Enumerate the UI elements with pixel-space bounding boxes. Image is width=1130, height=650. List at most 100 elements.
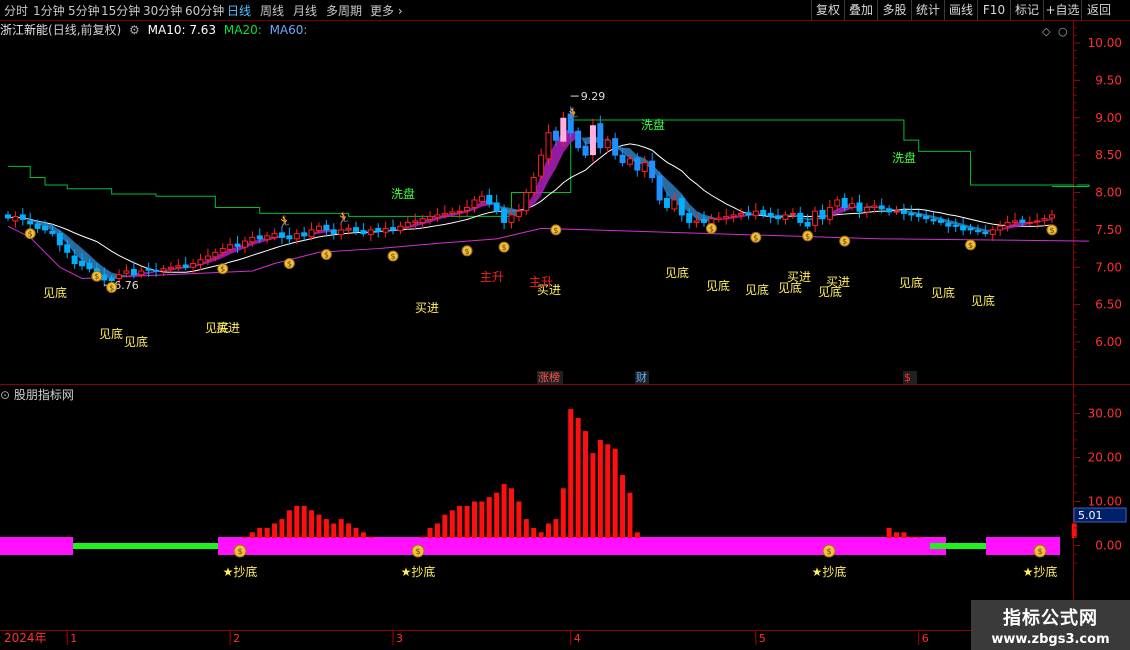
ribbon-segment	[578, 132, 586, 146]
ribbon-segment	[837, 204, 845, 215]
ribbon-segment	[585, 136, 593, 146]
ribbon-segment	[96, 261, 105, 275]
candle-body	[856, 202, 863, 212]
candle-body	[167, 266, 174, 270]
ribbon-segment	[644, 158, 653, 171]
money-bag-glyph: $	[220, 265, 225, 274]
ribbon-segment	[778, 214, 786, 217]
toolbar-button-7[interactable]: +自选	[1043, 0, 1081, 20]
ribbon-segment	[393, 228, 401, 231]
month-label: 4	[574, 632, 581, 645]
ribbon-segment	[170, 267, 179, 271]
ribbon-segment	[222, 248, 231, 258]
money-bag-icon	[965, 239, 977, 251]
candle-body	[501, 208, 508, 223]
histogram-bar	[583, 431, 589, 538]
toolbar-button-8[interactable]: 返回	[1081, 0, 1116, 20]
period-tab-10[interactable]: 更多 ›	[370, 2, 403, 18]
buy-signal-label: ★抄底	[1023, 564, 1058, 579]
histogram-bar	[360, 532, 366, 538]
candle-body	[315, 225, 322, 232]
signal-label-green: 洗盘	[892, 150, 916, 165]
candle-body	[493, 202, 500, 212]
candle-body	[271, 233, 278, 238]
candle-body	[308, 229, 315, 238]
period-tab-3[interactable]: 15分钟	[101, 2, 140, 18]
buy-signal-label: ★抄底	[812, 564, 847, 579]
candle-body	[241, 240, 248, 248]
period-tab-1[interactable]: 1分钟	[33, 2, 65, 18]
price-tick-label: 6.50	[1095, 298, 1122, 312]
ribbon-segment	[548, 142, 556, 181]
histogram-bar	[1071, 523, 1077, 538]
toolbar-button-3[interactable]: 统计	[911, 0, 944, 20]
ribbon-segment	[748, 213, 756, 217]
candle-body	[367, 229, 374, 235]
ribbon-segment	[185, 265, 194, 269]
stock-name[interactable]: 浙江新能	[0, 23, 48, 37]
ribbon-segment	[281, 235, 290, 238]
candle-body	[286, 235, 293, 240]
histogram-bar	[494, 492, 500, 538]
period-tab-8[interactable]: 月线	[293, 2, 317, 18]
signal-label-yellow: 见底	[818, 284, 842, 299]
candle-body	[967, 227, 974, 231]
histogram-bar	[501, 483, 507, 538]
period-tab-7[interactable]: 周线	[260, 2, 284, 18]
candle-body	[775, 215, 782, 220]
period-tab-6[interactable]: 日线	[227, 2, 251, 18]
candle-body	[116, 274, 123, 279]
period-tab-5[interactable]: 60分钟	[185, 2, 224, 18]
ribbon-segment	[1014, 221, 1023, 228]
event-tag-bg	[903, 371, 917, 384]
candle-body	[745, 212, 752, 216]
candle-body	[175, 265, 182, 268]
candle-body	[19, 214, 26, 220]
candle-body	[42, 225, 49, 231]
candle-body	[360, 230, 367, 235]
period-tab-0[interactable]: 分时	[4, 2, 28, 18]
histogram-bar	[257, 527, 263, 538]
ribbon-segment	[592, 136, 601, 143]
kline-chart[interactable]: ◇ ○ $★抄底$★抄底$★抄底$★抄底 10.009.509.008.508.0…	[0, 0, 1130, 650]
candle-body	[945, 222, 952, 227]
candle-body	[197, 259, 204, 265]
settings-icon[interactable]: ⚙	[129, 23, 140, 37]
toolbar-button-5[interactable]: F10	[977, 0, 1010, 20]
period-tab-4[interactable]: 30分钟	[143, 2, 182, 18]
ribbon-segment	[533, 175, 542, 205]
candle-body	[545, 132, 552, 160]
ribbon-segment	[289, 236, 297, 237]
candle-body	[508, 214, 515, 223]
candle-body	[797, 212, 804, 223]
event-tag: 财	[636, 370, 647, 384]
candle-body	[641, 162, 648, 173]
money-bag-glyph: $	[390, 252, 395, 261]
money-bag-icon	[705, 222, 717, 234]
watermark-url: www.zbgs3.com	[991, 632, 1110, 647]
main-price-panel	[5, 106, 1090, 287]
ribbon-segment	[67, 235, 75, 254]
toolbar-button-2[interactable]: 多股	[877, 0, 911, 20]
candle-body	[819, 209, 826, 220]
candle-body	[752, 210, 759, 217]
toolbar-button-0[interactable]: 复权	[811, 0, 844, 20]
ribbon-segment	[422, 218, 431, 225]
collapse-icon[interactable]: ⊙	[0, 388, 10, 402]
ribbon-segment	[356, 229, 364, 232]
sub-tick-label: 0.00	[1095, 539, 1122, 553]
toolbar-button-4[interactable]: 画线	[944, 0, 977, 20]
toolbar-button-6[interactable]: 标记	[1010, 0, 1043, 20]
ribbon-segment	[718, 217, 727, 220]
month-label: 1	[70, 632, 77, 645]
toolbar-button-1[interactable]: 叠加	[844, 0, 877, 20]
histogram-bar	[546, 523, 552, 538]
candle-body	[597, 123, 604, 149]
ribbon-segment	[940, 217, 949, 224]
period-tab-9[interactable]: 多周期	[326, 2, 362, 18]
period-tab-2[interactable]: 5分钟	[68, 2, 100, 18]
signal-label-yellow: 买进	[216, 321, 240, 335]
month-label: 5	[759, 632, 766, 645]
sub-panel-title[interactable]: 股朋指标网	[14, 388, 74, 402]
signal-label-yellow: 见底	[665, 265, 689, 280]
